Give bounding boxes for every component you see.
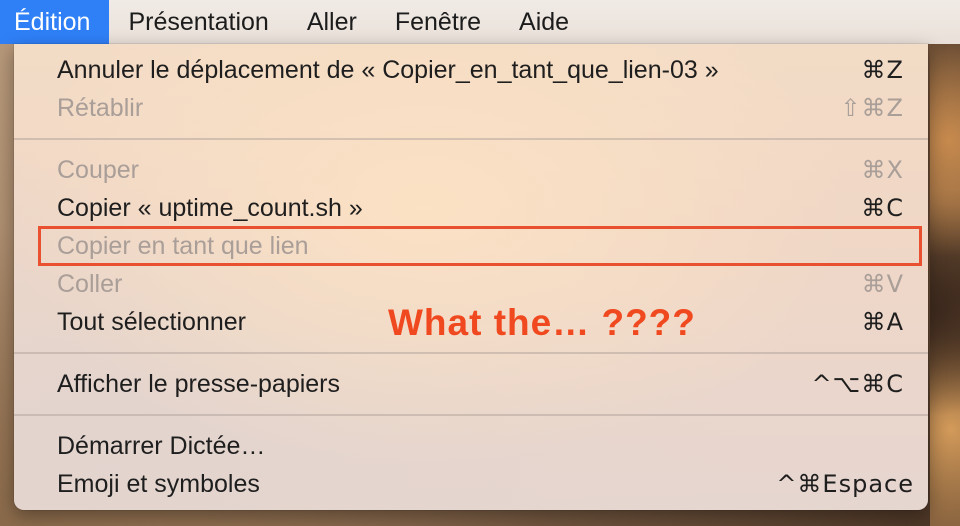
menu-separator	[14, 414, 928, 416]
menu-item-copier[interactable]: Copier « uptime_count.sh » ⌘C	[57, 189, 904, 227]
menu-item-label: Copier « uptime_count.sh »	[57, 193, 363, 222]
menu-item-label: Afficher le presse-papiers	[57, 369, 341, 398]
menubar-item-presentation[interactable]: Présentation	[109, 0, 287, 44]
desktop-wallpaper	[930, 44, 960, 526]
menu-item-label: Rétablir	[57, 93, 144, 122]
menu-separator	[14, 352, 928, 354]
menubar-item-aller[interactable]: Aller	[288, 0, 376, 44]
menu-item-demarrer-dictee[interactable]: Démarrer Dictée…	[57, 427, 904, 465]
menu-item-shortcut: ⌘X	[861, 156, 904, 184]
menubar-item-aide[interactable]: Aide	[500, 0, 588, 44]
menu-item-afficher-presse-papiers[interactable]: Afficher le presse-papiers ^⌥⌘C	[57, 365, 904, 403]
edition-dropdown-menu: Annuler le déplacement de « Copier_en_ta…	[14, 44, 928, 510]
menu-item-shortcut: ⌘V	[861, 270, 904, 298]
menubar-item-edition[interactable]: Édition	[0, 0, 110, 44]
menubar-item-fenetre[interactable]: Fenêtre	[376, 0, 500, 44]
menu-item-shortcut: ⌘C	[861, 194, 904, 222]
menu-separator	[14, 138, 928, 140]
menu-item-label: Couper	[57, 155, 139, 184]
menu-item-label: Coller	[57, 269, 123, 298]
menu-item-retablir: Rétablir ⇧⌘Z	[57, 89, 904, 127]
menu-item-emoji-symboles[interactable]: Emoji et symboles ^⌘Espace	[57, 465, 914, 503]
annotation-text: What the… ????	[388, 302, 696, 343]
menu-bar: Édition Présentation Aller Fenêtre Aide	[0, 0, 960, 44]
menu-item-label: Emoji et symboles	[57, 469, 260, 498]
menu-item-shortcut: ^⌥⌘C	[811, 370, 904, 398]
menu-item-label: Tout sélectionner	[57, 307, 247, 336]
menu-item-shortcut: ⇧⌘Z	[840, 94, 904, 122]
menu-item-shortcut: ⌘Z	[861, 56, 904, 84]
menu-item-annuler[interactable]: Annuler le déplacement de « Copier_en_ta…	[57, 51, 904, 89]
menu-item-label: Démarrer Dictée…	[57, 431, 266, 460]
menu-item-coller: Coller ⌘V	[57, 265, 904, 303]
menu-item-label: Annuler le déplacement de « Copier_en_ta…	[57, 55, 719, 84]
highlight-annotation-box	[38, 226, 922, 266]
menu-item-shortcut: ⌘A	[861, 308, 904, 336]
menu-item-couper: Couper ⌘X	[57, 151, 904, 189]
menu-item-shortcut: ^⌘Espace	[776, 470, 914, 498]
